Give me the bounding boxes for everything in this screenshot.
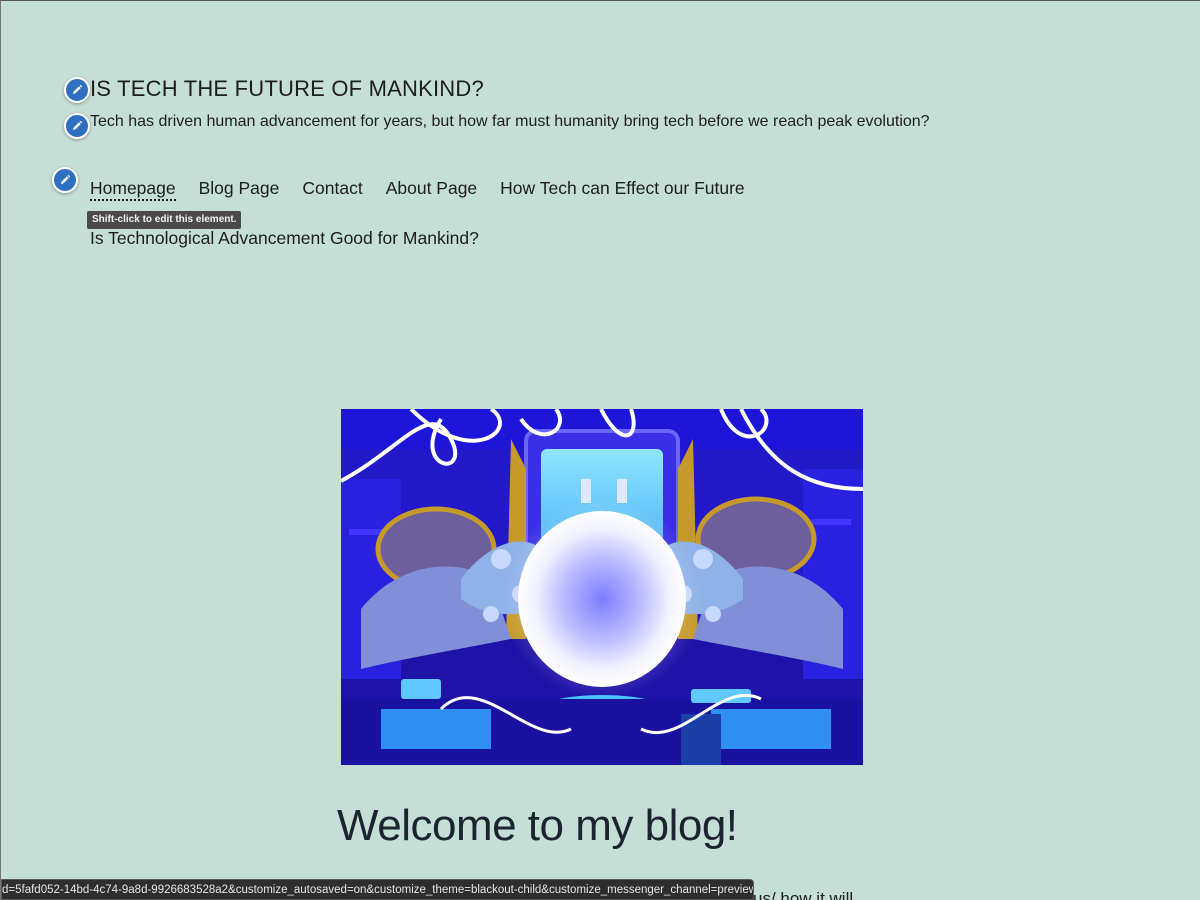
body-text-partial: us/ how it will bbox=[753, 889, 854, 900]
edit-menu-icon[interactable] bbox=[52, 167, 78, 193]
nav-item-blog-page[interactable]: Blog Page bbox=[199, 177, 280, 201]
page-heading: Welcome to my blog! bbox=[337, 801, 738, 850]
nav-item-contact[interactable]: Contact bbox=[302, 177, 362, 201]
pencil-icon bbox=[73, 84, 83, 94]
primary-navigation-row-2: Is Technological Advancement Good for Ma… bbox=[90, 227, 479, 249]
edit-site-title-icon[interactable] bbox=[64, 77, 90, 103]
pencil-icon bbox=[61, 174, 71, 184]
site-title[interactable]: IS TECH THE FUTURE OF MANKIND? bbox=[90, 76, 484, 102]
hero-image bbox=[341, 409, 863, 765]
site-tagline: Tech has driven human advancement for ye… bbox=[90, 113, 930, 130]
nav-item-is-technological-advancement-good[interactable]: Is Technological Advancement Good for Ma… bbox=[90, 228, 479, 248]
nav-item-how-tech-can-effect-our-future[interactable]: How Tech can Effect our Future bbox=[500, 177, 744, 201]
edit-tagline-icon[interactable] bbox=[64, 113, 90, 139]
pencil-icon bbox=[73, 120, 83, 130]
nav-item-homepage[interactable]: Homepage bbox=[90, 177, 176, 201]
edit-tooltip: Shift-click to edit this element. bbox=[87, 211, 242, 229]
nav-item-about-page[interactable]: About Page bbox=[386, 177, 477, 201]
primary-navigation: Homepage Blog Page Contact About Page Ho… bbox=[90, 177, 790, 201]
robot-crystal-ball-illustration-icon bbox=[341, 409, 863, 765]
status-bar-url: d=5fafd052-14bd-4c74-9a8d-9926683528a2&c… bbox=[1, 879, 754, 900]
